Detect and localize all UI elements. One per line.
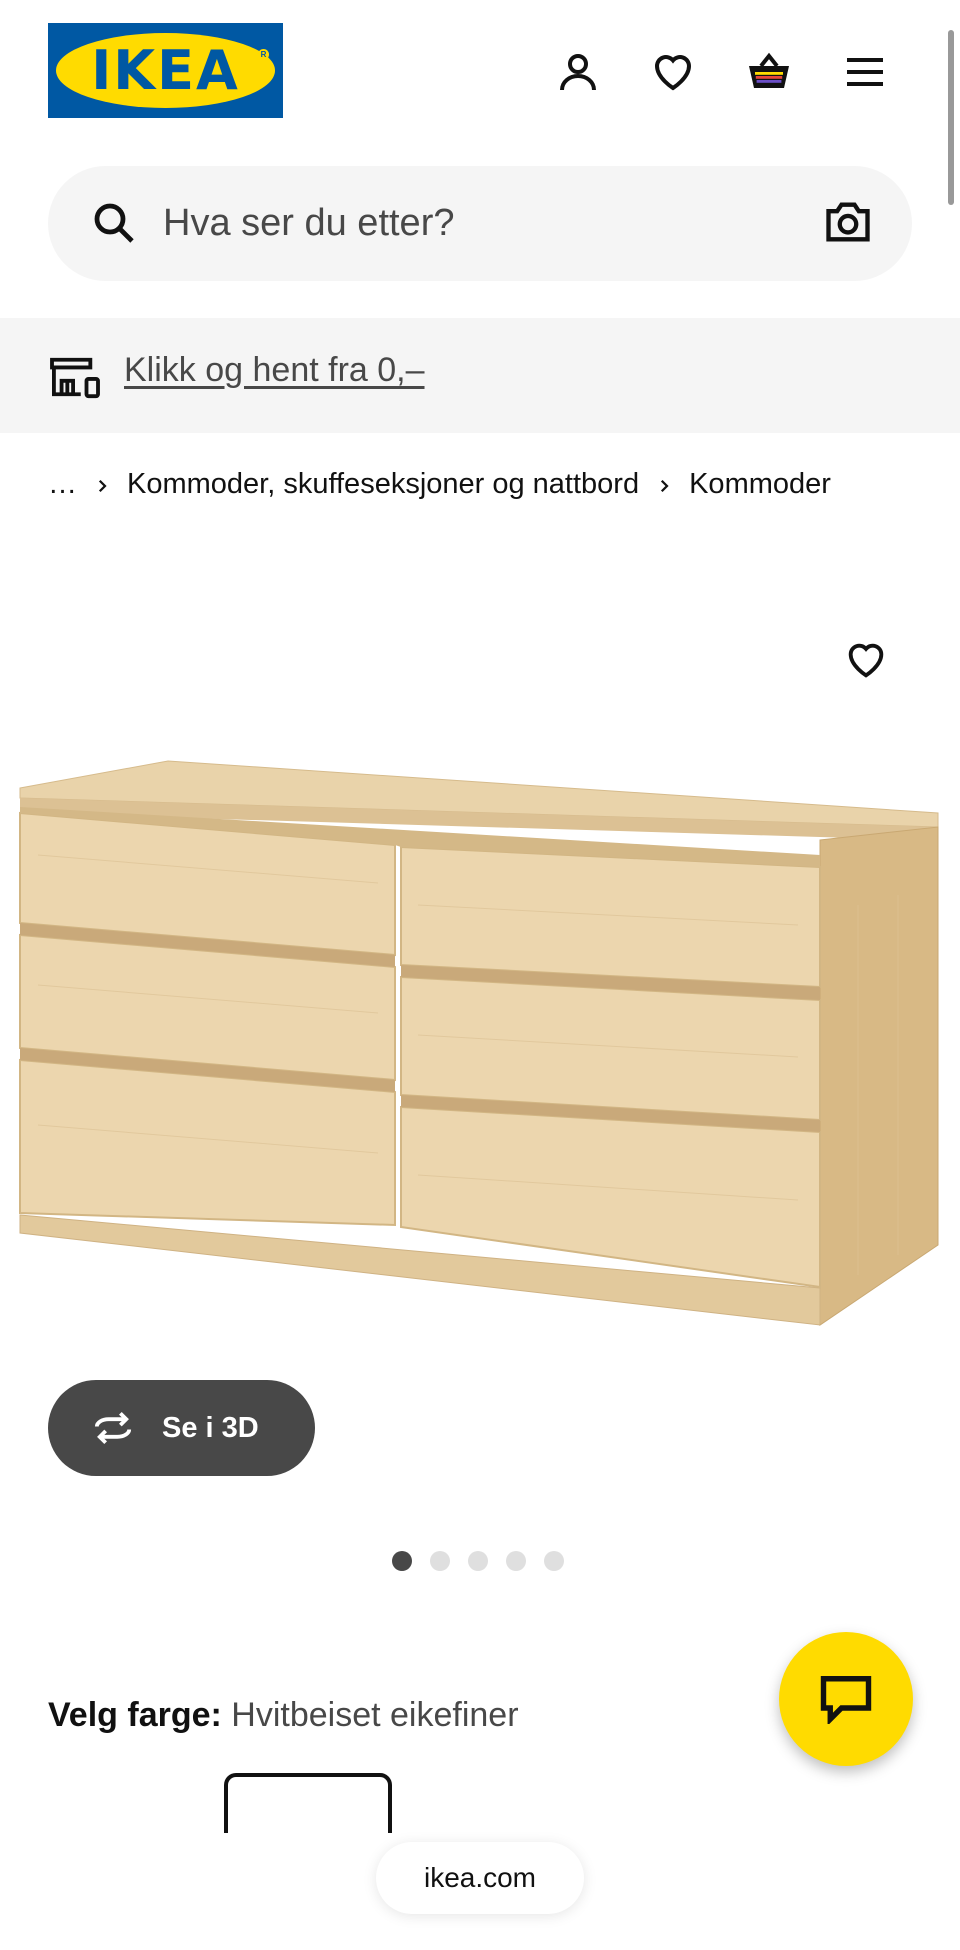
search-bar[interactable] [48,166,912,281]
store-pickup-icon [50,357,100,399]
search-icon [94,203,134,243]
color-swatch-selected[interactable] [224,1773,392,1833]
chat-bubble-icon [820,1676,872,1724]
logo-text: IKEA [91,39,240,102]
heart-icon [848,643,884,678]
view-in-3d-button[interactable]: Se i 3D [48,1380,315,1476]
carousel-dot[interactable] [392,1551,412,1571]
color-selector-label: Velg farge: Hvitbeiset eikefiner [48,1696,519,1735]
view-in-3d-label: Se i 3D [162,1411,259,1444]
carousel-dot[interactable] [430,1551,450,1571]
add-to-favourites-button[interactable] [838,632,894,688]
carousel-dot[interactable] [506,1551,526,1571]
menu-icon[interactable] [837,44,893,100]
breadcrumb: … Kommoder, skuffeseksjoner og nattbord … [48,462,831,506]
ikea-logo[interactable]: IKEA R [48,23,283,118]
click-collect-link[interactable]: Klikk og hent fra 0,– [124,351,425,390]
carousel-dot[interactable] [544,1551,564,1571]
basket-icon[interactable] [741,44,797,100]
breadcrumb-item-dressers[interactable]: Kommoder [689,468,831,501]
camera-icon[interactable] [822,196,874,248]
color-label-title: Velg farge: [48,1696,222,1734]
rotate-3d-icon [94,1411,132,1445]
color-label-value: Hvitbeiset eikefiner [231,1696,519,1734]
chevron-right-icon [77,469,127,500]
registered-mark: R [258,49,269,60]
header: IKEA R [0,0,960,150]
chevron-right-icon [639,469,689,500]
search-input[interactable] [163,166,813,281]
scrollbar[interactable] [948,30,954,205]
user-icon[interactable] [550,44,606,100]
heart-icon[interactable] [645,44,701,100]
carousel-dot[interactable] [468,1551,488,1571]
chat-button[interactable] [779,1632,913,1766]
product-image[interactable] [18,755,942,1330]
image-carousel-indicator [392,1551,564,1571]
browser-url-pill[interactable]: ikea.com [376,1842,584,1914]
promo-banner: Klikk og hent fra 0,– [0,318,960,433]
breadcrumb-ellipsis[interactable]: … [48,468,77,501]
breadcrumb-item-dressers-category[interactable]: Kommoder, skuffeseksjoner og nattbord [127,468,639,501]
